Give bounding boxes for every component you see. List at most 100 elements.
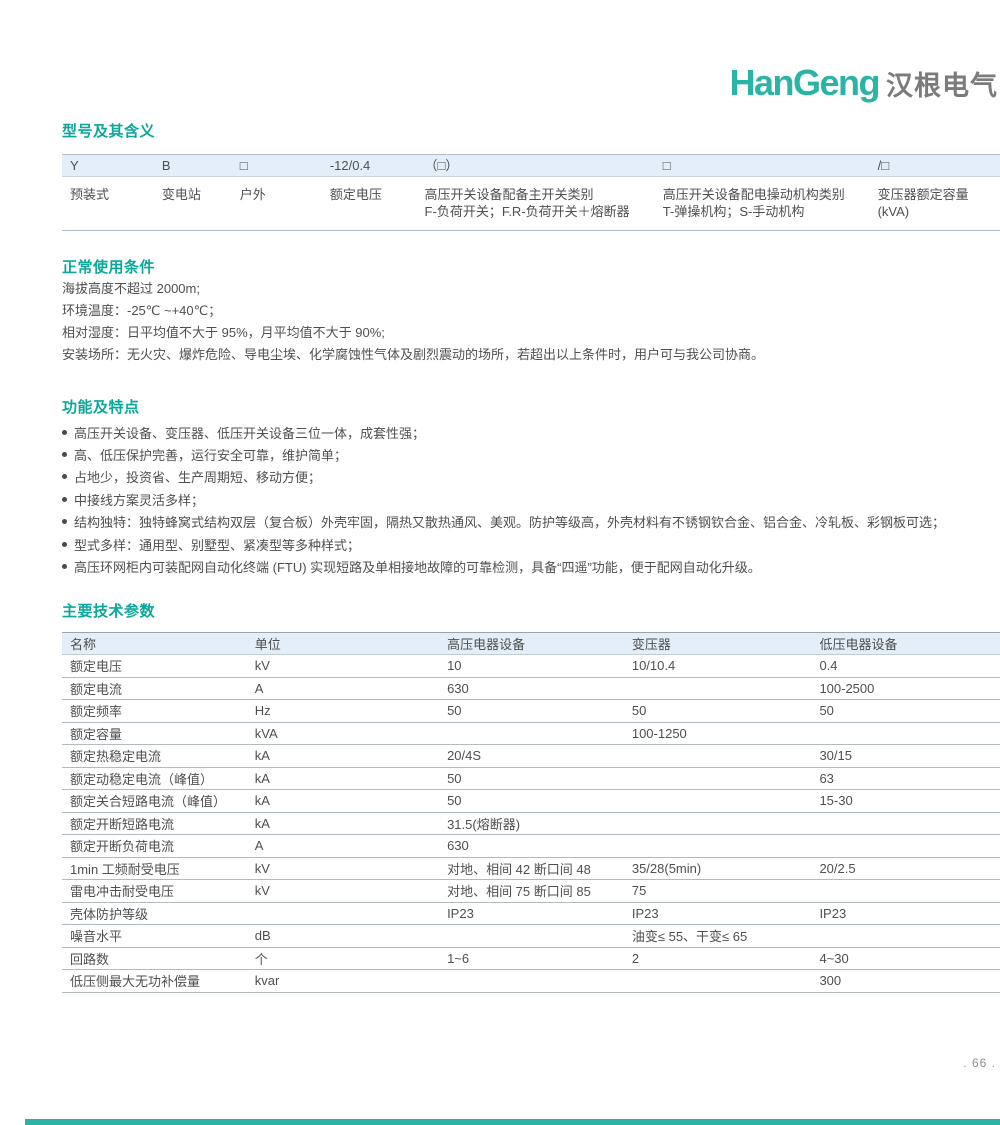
tech-parameters-table: 名称 单位 高压电器设备 变压器 低压电器设备 额定电压 kV 10 10/10… [62,632,1000,993]
param-unit: dB [247,928,439,943]
param-name: 低压侧最大无功补偿量 [62,971,247,990]
brand-logo: HanGeng 汉根电气 [729,62,998,104]
logo-cjk-text: 汉根电气 [886,64,998,103]
model-code-box4: /□ [870,157,1000,174]
table-row: 额定容量 kVA 100-1250 [62,723,1000,746]
feature-item: 高、低压保护完善，运行安全可靠，维护简单； [62,443,992,465]
condition-line: 海拔高度不超过 2000m; [62,278,962,300]
feature-item: 占地少，投资省、生产周期短、移动方便； [62,466,992,488]
param-unit: A [247,838,439,853]
col-header-hv: 高压电器设备 [439,634,624,653]
param-transformer-value: 50 [624,703,812,718]
param-name: 额定动稳定电流（峰值） [62,769,247,788]
section-title-model: 型号及其含义 [62,120,155,141]
param-lv-value: 4~30 [811,951,1000,966]
bullet-icon [62,497,67,502]
table-row: 1min 工频耐受电压 kV 对地、相间 42 断口间 48 35/28(5mi… [62,858,1000,881]
catalog-page: HanGeng 汉根电气 型号及其含义 Y B □ -12/0.4 （□） □ … [0,0,1000,1125]
param-hv-value: 630 [439,838,624,853]
param-lv-value: 15-30 [811,793,1000,808]
param-hv-value: 20/4S [439,748,624,763]
section-title-conditions: 正常使用条件 [62,256,155,277]
model-desc-text: 高压开关设备配电操动机构类别 [663,186,870,203]
col-header-name: 名称 [62,634,247,653]
model-desc-outdoor: 户外 [232,186,322,220]
model-code-box2: （□） [417,157,655,174]
table-row: 噪音水平 dB 油变≤ 55、干变≤ 65 [62,925,1000,948]
table-row: 额定电流 A 630 100-2500 [62,678,1000,701]
section-title-tech: 主要技术参数 [62,600,155,621]
param-hv-value: 1~6 [439,951,624,966]
feature-text: 高压开关设备、变压器、低压开关设备三位一体，成套性强； [74,423,425,442]
model-desc-text: 变压器额定容量 [878,186,1000,203]
table-row: 额定频率 Hz 50 50 50 [62,700,1000,723]
feature-text: 型式多样：通用型、别墅型、紧凑型等多种样式； [74,535,360,554]
col-header-lv: 低压电器设备 [811,634,1000,653]
feature-text: 占地少，投资省、生产周期短、移动方便； [74,467,321,486]
logo-latin-text: HanGeng [729,62,879,104]
param-name: 额定电压 [62,656,247,675]
param-unit: kA [247,771,439,786]
model-code-b: B [154,157,232,174]
param-hv-value: 31.5(熔断器) [439,814,624,833]
param-hv-value: 50 [439,793,624,808]
footer-accent-bar [25,1119,1000,1125]
table-row: 额定开断短路电流 kA 31.5(熔断器) [62,813,1000,836]
model-code-y: Y [62,157,154,174]
model-desc-prefab: 预装式 [62,186,154,220]
param-transformer-value: 2 [624,951,812,966]
param-lv-value: 100-2500 [811,681,1000,696]
param-name: 雷电冲击耐受电压 [62,881,247,900]
condition-line: 安装场所：无火灾、爆炸危险、导电尘埃、化学腐蚀性气体及剧烈震动的场所，若超出以上… [62,344,962,366]
bullet-icon [62,542,67,547]
model-code-box1: □ [232,157,322,174]
table-row: 雷电冲击耐受电压 kV 对地、相间 75 断口间 85 75 [62,880,1000,903]
model-desc-substation: 变电站 [154,186,232,220]
param-transformer-value: 75 [624,883,812,898]
model-code-box3: □ [655,157,870,174]
model-desc-mechanism: 高压开关设备配电操动机构类别 T-弹操机构；S-手动机构 [655,186,870,220]
model-table-body-row: 预装式 变电站 户外 额定电压 高压开关设备配备主开关类别 F-负荷开关；F.R… [62,177,1000,231]
conditions-list: 海拔高度不超过 2000m; 环境温度：-25℃ ~+40℃； 相对湿度：日平均… [62,278,962,366]
model-desc-text: F-负荷开关；F.R-负荷开关＋熔断器 [425,203,655,220]
feature-text: 高压环网柜内可装配网自动化终端 (FTU) 实现短路及单相接地故障的可靠检测，具… [74,557,761,576]
feature-item: 中接线方案灵活多样； [62,488,992,510]
param-lv-value: 0.4 [811,658,1000,673]
feature-item: 高压环网柜内可装配网自动化终端 (FTU) 实现短路及单相接地故障的可靠检测，具… [62,555,992,577]
tech-table-header-row: 名称 单位 高压电器设备 变压器 低压电器设备 [62,632,1000,655]
param-transformer-value: IP23 [624,906,812,921]
param-unit: kV [247,861,439,876]
tech-table-body: 额定电压 kV 10 10/10.4 0.4 额定电流 A 630 100-25… [62,655,1000,993]
param-lv-value: 300 [811,973,1000,988]
bullet-icon [62,474,67,479]
param-unit: kA [247,816,439,831]
param-hv-value: IP23 [439,906,624,921]
param-name: 噪音水平 [62,926,247,945]
model-table-header-row: Y B □ -12/0.4 （□） □ /□ [62,154,1000,177]
table-row: 额定动稳定电流（峰值） kA 50 63 [62,768,1000,791]
col-header-unit: 单位 [247,634,439,653]
model-desc-rated-voltage: 额定电压 [322,186,417,220]
param-name: 1min 工频耐受电压 [62,859,247,878]
param-lv-value: 30/15 [811,748,1000,763]
param-hv-value: 10 [439,658,624,673]
model-desc-main-switch: 高压开关设备配备主开关类别 F-负荷开关；F.R-负荷开关＋熔断器 [417,186,655,220]
param-unit: kA [247,748,439,763]
param-name: 额定开断短路电流 [62,814,247,833]
param-transformer-value: 35/28(5min) [624,861,812,876]
condition-line: 环境温度：-25℃ ~+40℃； [62,300,962,322]
bullet-icon [62,519,67,524]
feature-item: 型式多样：通用型、别墅型、紧凑型等多种样式； [62,533,992,555]
param-unit: kA [247,793,439,808]
param-unit: A [247,681,439,696]
model-desc-text: 变电站 [162,186,232,203]
model-desc-text: 高压开关设备配备主开关类别 [425,186,655,203]
param-name: 额定频率 [62,701,247,720]
param-name: 额定关合短路电流（峰值） [62,791,247,810]
param-hv-value: 630 [439,681,624,696]
col-header-transformer: 变压器 [624,634,812,653]
features-list: 高压开关设备、变压器、低压开关设备三位一体，成套性强； 高、低压保护完善，运行安… [62,421,992,578]
model-code-voltage: -12/0.4 [322,157,417,174]
model-desc-text: 预装式 [70,186,154,203]
param-transformer-value: 100-1250 [624,726,812,741]
